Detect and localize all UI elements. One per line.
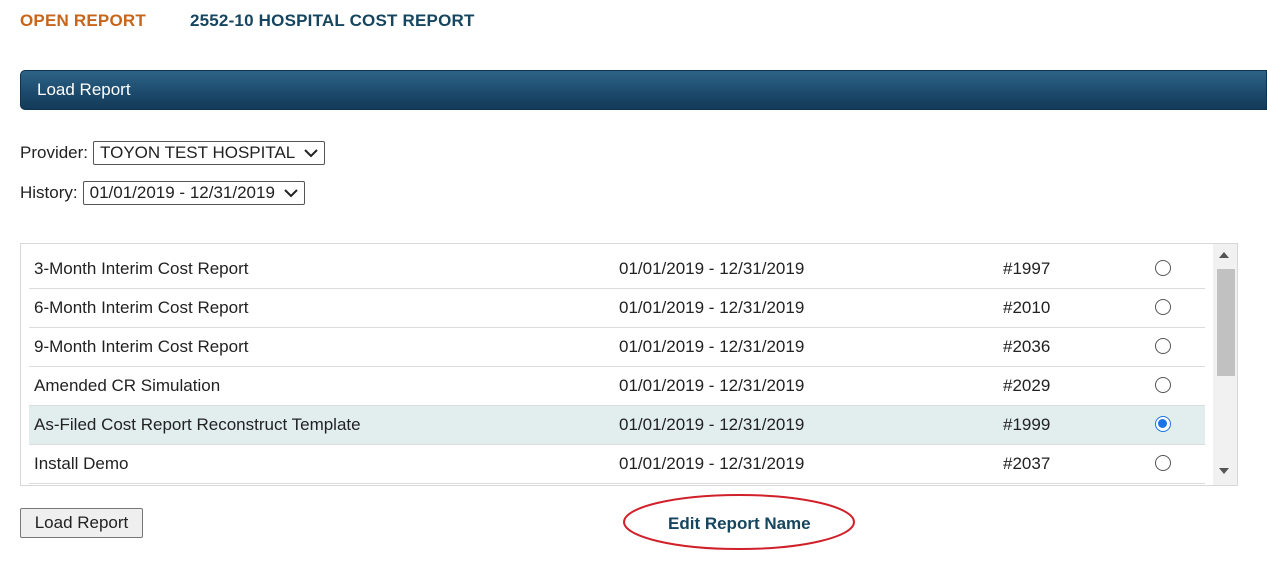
report-type-title: 2552-10 HOSPITAL COST REPORT	[189, 11, 475, 30]
report-id: #2036	[1003, 337, 1051, 356]
table-row[interactable]: 3-Month Interim Cost Report 01/01/2019 -…	[29, 250, 1205, 289]
panel-title: Load Report	[37, 80, 131, 99]
report-list-rows: 3-Month Interim Cost Report 01/01/2019 -…	[29, 250, 1205, 484]
report-dates: 01/01/2019 - 12/31/2019	[619, 298, 805, 317]
open-report-title: OPEN REPORT	[20, 11, 146, 30]
scroll-down-arrow-icon[interactable]	[1219, 468, 1229, 474]
top-bar: OPEN REPORT 2552-10 HOSPITAL COST REPORT	[20, 10, 475, 32]
report-name: 6-Month Interim Cost Report	[34, 298, 249, 317]
chevron-down-icon	[304, 149, 318, 158]
provider-select[interactable]: TOYON TEST HOSPITAL	[93, 141, 326, 165]
provider-label: Provider:	[20, 143, 89, 162]
report-id: #2010	[1003, 298, 1051, 317]
table-row[interactable]: 9-Month Interim Cost Report 01/01/2019 -…	[29, 328, 1205, 367]
report-id: #1997	[1003, 259, 1051, 278]
edit-report-name-link[interactable]: Edit Report Name	[668, 514, 811, 534]
scroll-up-arrow-icon[interactable]	[1219, 252, 1229, 258]
report-name: As-Filed Cost Report Reconstruct Templat…	[34, 415, 361, 434]
history-selected-value: 01/01/2019 - 12/31/2019	[89, 183, 275, 202]
report-radio-checked[interactable]	[1155, 416, 1171, 432]
history-row: History: 01/01/2019 - 12/31/2019	[20, 181, 305, 205]
report-radio[interactable]	[1155, 299, 1171, 315]
load-report-panel-header: Load Report	[20, 70, 1267, 110]
provider-row: Provider: TOYON TEST HOSPITAL	[20, 141, 326, 165]
history-label: History:	[20, 183, 78, 202]
load-report-button[interactable]: Load Report	[20, 508, 143, 538]
report-name: Install Demo	[34, 454, 129, 473]
provider-selected-value: TOYON TEST HOSPITAL	[100, 143, 296, 162]
report-dates: 01/01/2019 - 12/31/2019	[619, 337, 805, 356]
table-row-selected[interactable]: As-Filed Cost Report Reconstruct Templat…	[29, 406, 1205, 445]
report-dates: 01/01/2019 - 12/31/2019	[619, 415, 805, 434]
report-dates: 01/01/2019 - 12/31/2019	[619, 259, 805, 278]
report-id: #2037	[1003, 454, 1051, 473]
report-name: 3-Month Interim Cost Report	[34, 259, 249, 278]
report-list: 3-Month Interim Cost Report 01/01/2019 -…	[20, 243, 1238, 486]
history-select[interactable]: 01/01/2019 - 12/31/2019	[82, 181, 305, 205]
report-dates: 01/01/2019 - 12/31/2019	[619, 376, 805, 395]
report-id: #2029	[1003, 376, 1051, 395]
table-row[interactable]: Amended CR Simulation 01/01/2019 - 12/31…	[29, 367, 1205, 406]
report-name: Amended CR Simulation	[34, 376, 221, 395]
report-id: #1999	[1003, 415, 1051, 434]
scroll-thumb[interactable]	[1217, 269, 1235, 376]
list-scrollbar[interactable]	[1213, 244, 1237, 485]
report-radio[interactable]	[1155, 377, 1171, 393]
report-radio[interactable]	[1155, 260, 1171, 276]
report-radio[interactable]	[1155, 455, 1171, 471]
table-row[interactable]: 6-Month Interim Cost Report 01/01/2019 -…	[29, 289, 1205, 328]
table-row[interactable]: Install Demo 01/01/2019 - 12/31/2019 #20…	[29, 445, 1205, 484]
report-radio[interactable]	[1155, 338, 1171, 354]
chevron-down-icon	[284, 189, 298, 198]
report-dates: 01/01/2019 - 12/31/2019	[619, 454, 805, 473]
report-name: 9-Month Interim Cost Report	[34, 337, 249, 356]
